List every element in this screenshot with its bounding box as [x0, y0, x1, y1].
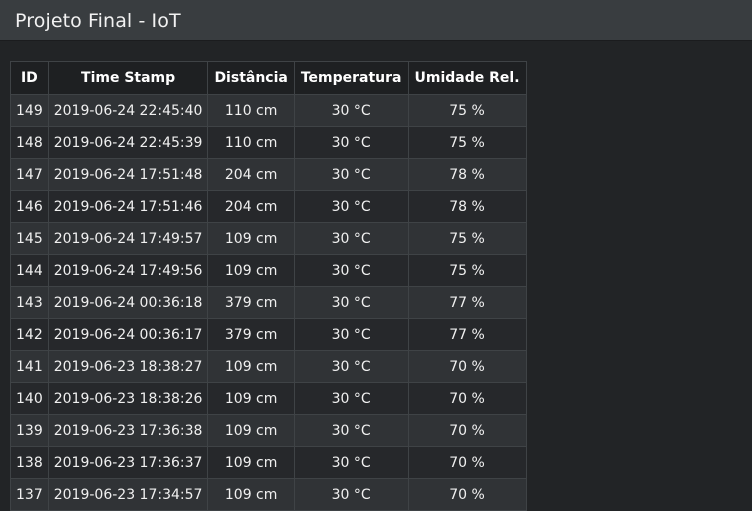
- table-header: ID Time Stamp Distância Temperatura Umid…: [10, 61, 527, 95]
- cell-temperature: 30 °C: [293, 190, 409, 223]
- cell-temperature: 30 °C: [293, 446, 409, 479]
- cell-temperature: 30 °C: [293, 286, 409, 319]
- cell-id: 141: [10, 350, 49, 383]
- table-row: 139 2019-06-23 17:36:38 109 cm 30 °C 70 %: [10, 414, 527, 447]
- table-row: 145 2019-06-24 17:49:57 109 cm 30 °C 75 %: [10, 222, 527, 255]
- cell-distance: 109 cm: [207, 446, 295, 479]
- cell-id: 144: [10, 254, 49, 287]
- cell-humidity: 75 %: [407, 94, 527, 127]
- table-body: 149 2019-06-24 22:45:40 110 cm 30 °C 75 % 148…: [10, 94, 527, 511]
- table-row: 148 2019-06-24 22:45:39 110 cm 30 °C 75 %: [10, 126, 527, 159]
- cell-timestamp: 2019-06-23 18:38:27: [47, 350, 209, 383]
- cell-timestamp: 2019-06-24 17:51:48: [47, 158, 209, 191]
- table-row: 142 2019-06-24 00:36:17 379 cm 30 °C 77 %: [10, 318, 527, 351]
- cell-humidity: 78 %: [407, 158, 527, 191]
- cell-temperature: 30 °C: [293, 158, 409, 191]
- cell-temperature: 30 °C: [293, 382, 409, 415]
- cell-timestamp: 2019-06-23 18:38:26: [47, 382, 209, 415]
- column-header-timestamp: Time Stamp: [47, 61, 209, 95]
- table-row: 141 2019-06-23 18:38:27 109 cm 30 °C 70 %: [10, 350, 527, 383]
- cell-temperature: 30 °C: [293, 478, 409, 511]
- cell-timestamp: 2019-06-24 00:36:17: [47, 318, 209, 351]
- cell-id: 147: [10, 158, 49, 191]
- cell-distance: 379 cm: [207, 286, 295, 319]
- navbar: Projeto Final - IoT: [0, 0, 752, 41]
- column-header-id: ID: [10, 61, 49, 95]
- cell-distance: 109 cm: [207, 350, 295, 383]
- cell-distance: 379 cm: [207, 318, 295, 351]
- table-row: 143 2019-06-24 00:36:18 379 cm 30 °C 77 %: [10, 286, 527, 319]
- cell-temperature: 30 °C: [293, 254, 409, 287]
- table-row: 137 2019-06-23 17:34:57 109 cm 30 °C 70 %: [10, 478, 527, 511]
- cell-humidity: 75 %: [407, 222, 527, 255]
- table-row: 146 2019-06-24 17:51:46 204 cm 30 °C 78 %: [10, 190, 527, 223]
- cell-id: 137: [10, 478, 49, 511]
- cell-timestamp: 2019-06-23 17:34:57: [47, 478, 209, 511]
- cell-humidity: 70 %: [407, 382, 527, 415]
- readings-table: ID Time Stamp Distância Temperatura Umid…: [10, 61, 527, 511]
- cell-timestamp: 2019-06-24 00:36:18: [47, 286, 209, 319]
- table-row: 138 2019-06-23 17:36:37 109 cm 30 °C 70 %: [10, 446, 527, 479]
- cell-timestamp: 2019-06-24 17:49:56: [47, 254, 209, 287]
- table-row: 140 2019-06-23 18:38:26 109 cm 30 °C 70 %: [10, 382, 527, 415]
- cell-humidity: 75 %: [407, 126, 527, 159]
- cell-distance: 109 cm: [207, 222, 295, 255]
- cell-id: 142: [10, 318, 49, 351]
- readings-table-container: ID Time Stamp Distância Temperatura Umid…: [10, 61, 527, 511]
- cell-humidity: 70 %: [407, 446, 527, 479]
- cell-timestamp: 2019-06-24 17:51:46: [47, 190, 209, 223]
- cell-temperature: 30 °C: [293, 350, 409, 383]
- navbar-brand[interactable]: Projeto Final - IoT: [15, 9, 181, 33]
- cell-humidity: 70 %: [407, 414, 527, 447]
- cell-distance: 109 cm: [207, 414, 295, 447]
- cell-distance: 109 cm: [207, 478, 295, 511]
- cell-distance: 109 cm: [207, 382, 295, 415]
- table-header-row: ID Time Stamp Distância Temperatura Umid…: [10, 61, 527, 95]
- cell-id: 138: [10, 446, 49, 479]
- cell-id: 143: [10, 286, 49, 319]
- cell-id: 145: [10, 222, 49, 255]
- cell-humidity: 70 %: [407, 350, 527, 383]
- cell-id: 146: [10, 190, 49, 223]
- table-row: 147 2019-06-24 17:51:48 204 cm 30 °C 78 %: [10, 158, 527, 191]
- cell-temperature: 30 °C: [293, 414, 409, 447]
- cell-humidity: 75 %: [407, 254, 527, 287]
- table-row: 149 2019-06-24 22:45:40 110 cm 30 °C 75 %: [10, 94, 527, 127]
- cell-id: 148: [10, 126, 49, 159]
- cell-humidity: 77 %: [407, 286, 527, 319]
- cell-humidity: 77 %: [407, 318, 527, 351]
- cell-temperature: 30 °C: [293, 318, 409, 351]
- column-header-distance: Distância: [207, 61, 295, 95]
- cell-temperature: 30 °C: [293, 94, 409, 127]
- column-header-humidity: Umidade Rel.: [407, 61, 527, 95]
- cell-distance: 204 cm: [207, 190, 295, 223]
- cell-distance: 110 cm: [207, 94, 295, 127]
- cell-humidity: 70 %: [407, 478, 527, 511]
- table-row: 144 2019-06-24 17:49:56 109 cm 30 °C 75 %: [10, 254, 527, 287]
- cell-timestamp: 2019-06-24 22:45:39: [47, 126, 209, 159]
- cell-id: 139: [10, 414, 49, 447]
- cell-id: 149: [10, 94, 49, 127]
- cell-timestamp: 2019-06-23 17:36:38: [47, 414, 209, 447]
- column-header-temperature: Temperatura: [293, 61, 409, 95]
- cell-id: 140: [10, 382, 49, 415]
- cell-timestamp: 2019-06-23 17:36:37: [47, 446, 209, 479]
- cell-distance: 110 cm: [207, 126, 295, 159]
- cell-humidity: 78 %: [407, 190, 527, 223]
- cell-distance: 204 cm: [207, 158, 295, 191]
- cell-distance: 109 cm: [207, 254, 295, 287]
- cell-timestamp: 2019-06-24 22:45:40: [47, 94, 209, 127]
- cell-temperature: 30 °C: [293, 126, 409, 159]
- cell-temperature: 30 °C: [293, 222, 409, 255]
- cell-timestamp: 2019-06-24 17:49:57: [47, 222, 209, 255]
